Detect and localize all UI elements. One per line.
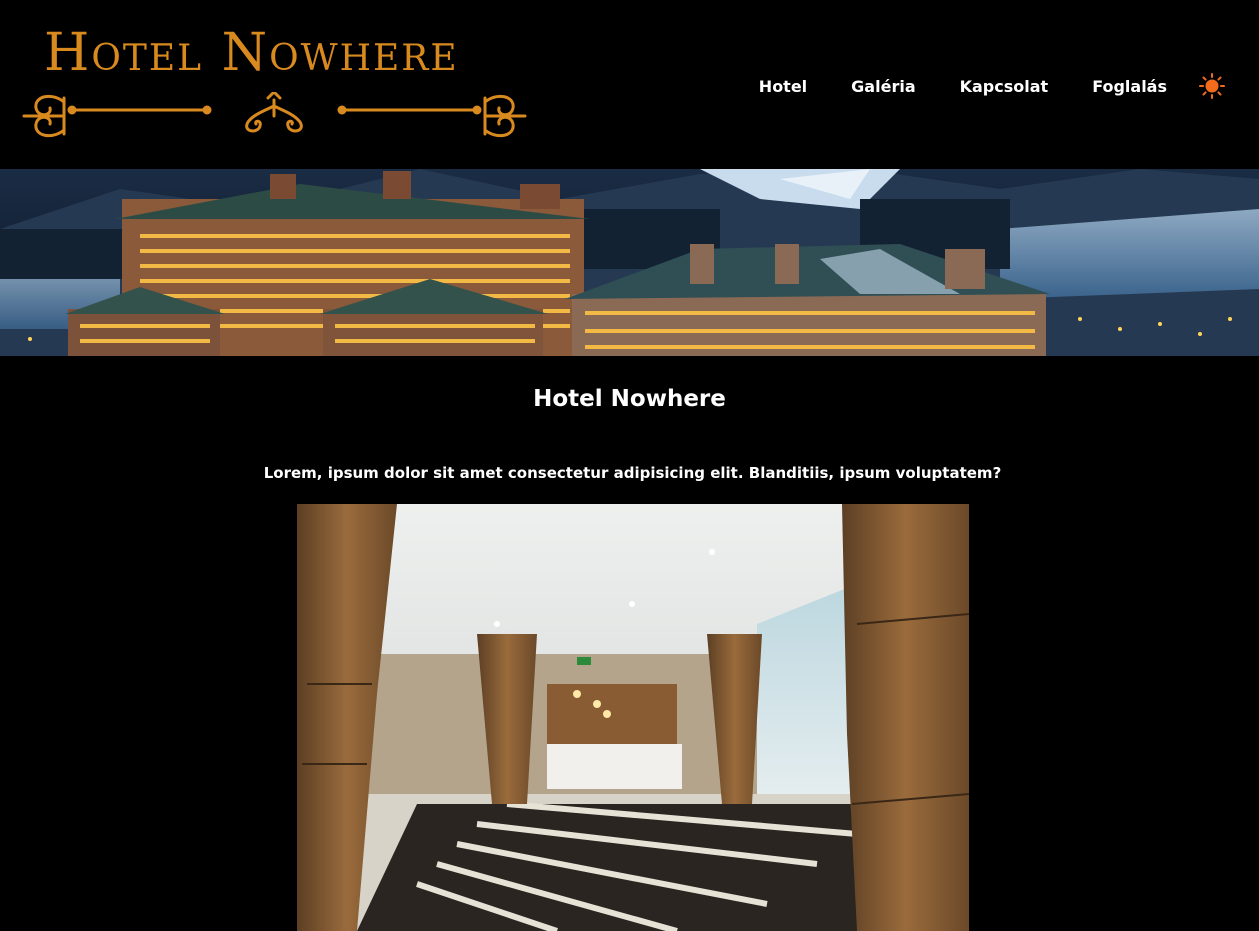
logo[interactable]: Hotel Nowhere [22,22,527,142]
nav-gallery[interactable]: Galéria [851,77,915,96]
nav-contact[interactable]: Kapcsolat [960,77,1049,96]
logo-text: Hotel Nowhere [44,23,459,83]
hero-banner-image [0,169,1259,356]
nav-hotel[interactable]: Hotel [759,77,807,96]
page-title: Hotel Nowhere [533,386,726,412]
main-nav: Hotel Galéria Kapcsolat Foglalás [759,73,1225,99]
sun-icon [1199,73,1225,99]
nav-booking[interactable]: Foglalás [1092,77,1167,96]
intro-text: Lorem, ipsum dolor sit amet consectetur … [263,464,1002,482]
logo-ornament [22,92,527,138]
theme-toggle-button[interactable] [1199,73,1225,99]
lobby-image [297,504,969,931]
site-header: Hotel Nowhere Hotel Galéria Kapcsolat Fo… [0,0,1259,169]
